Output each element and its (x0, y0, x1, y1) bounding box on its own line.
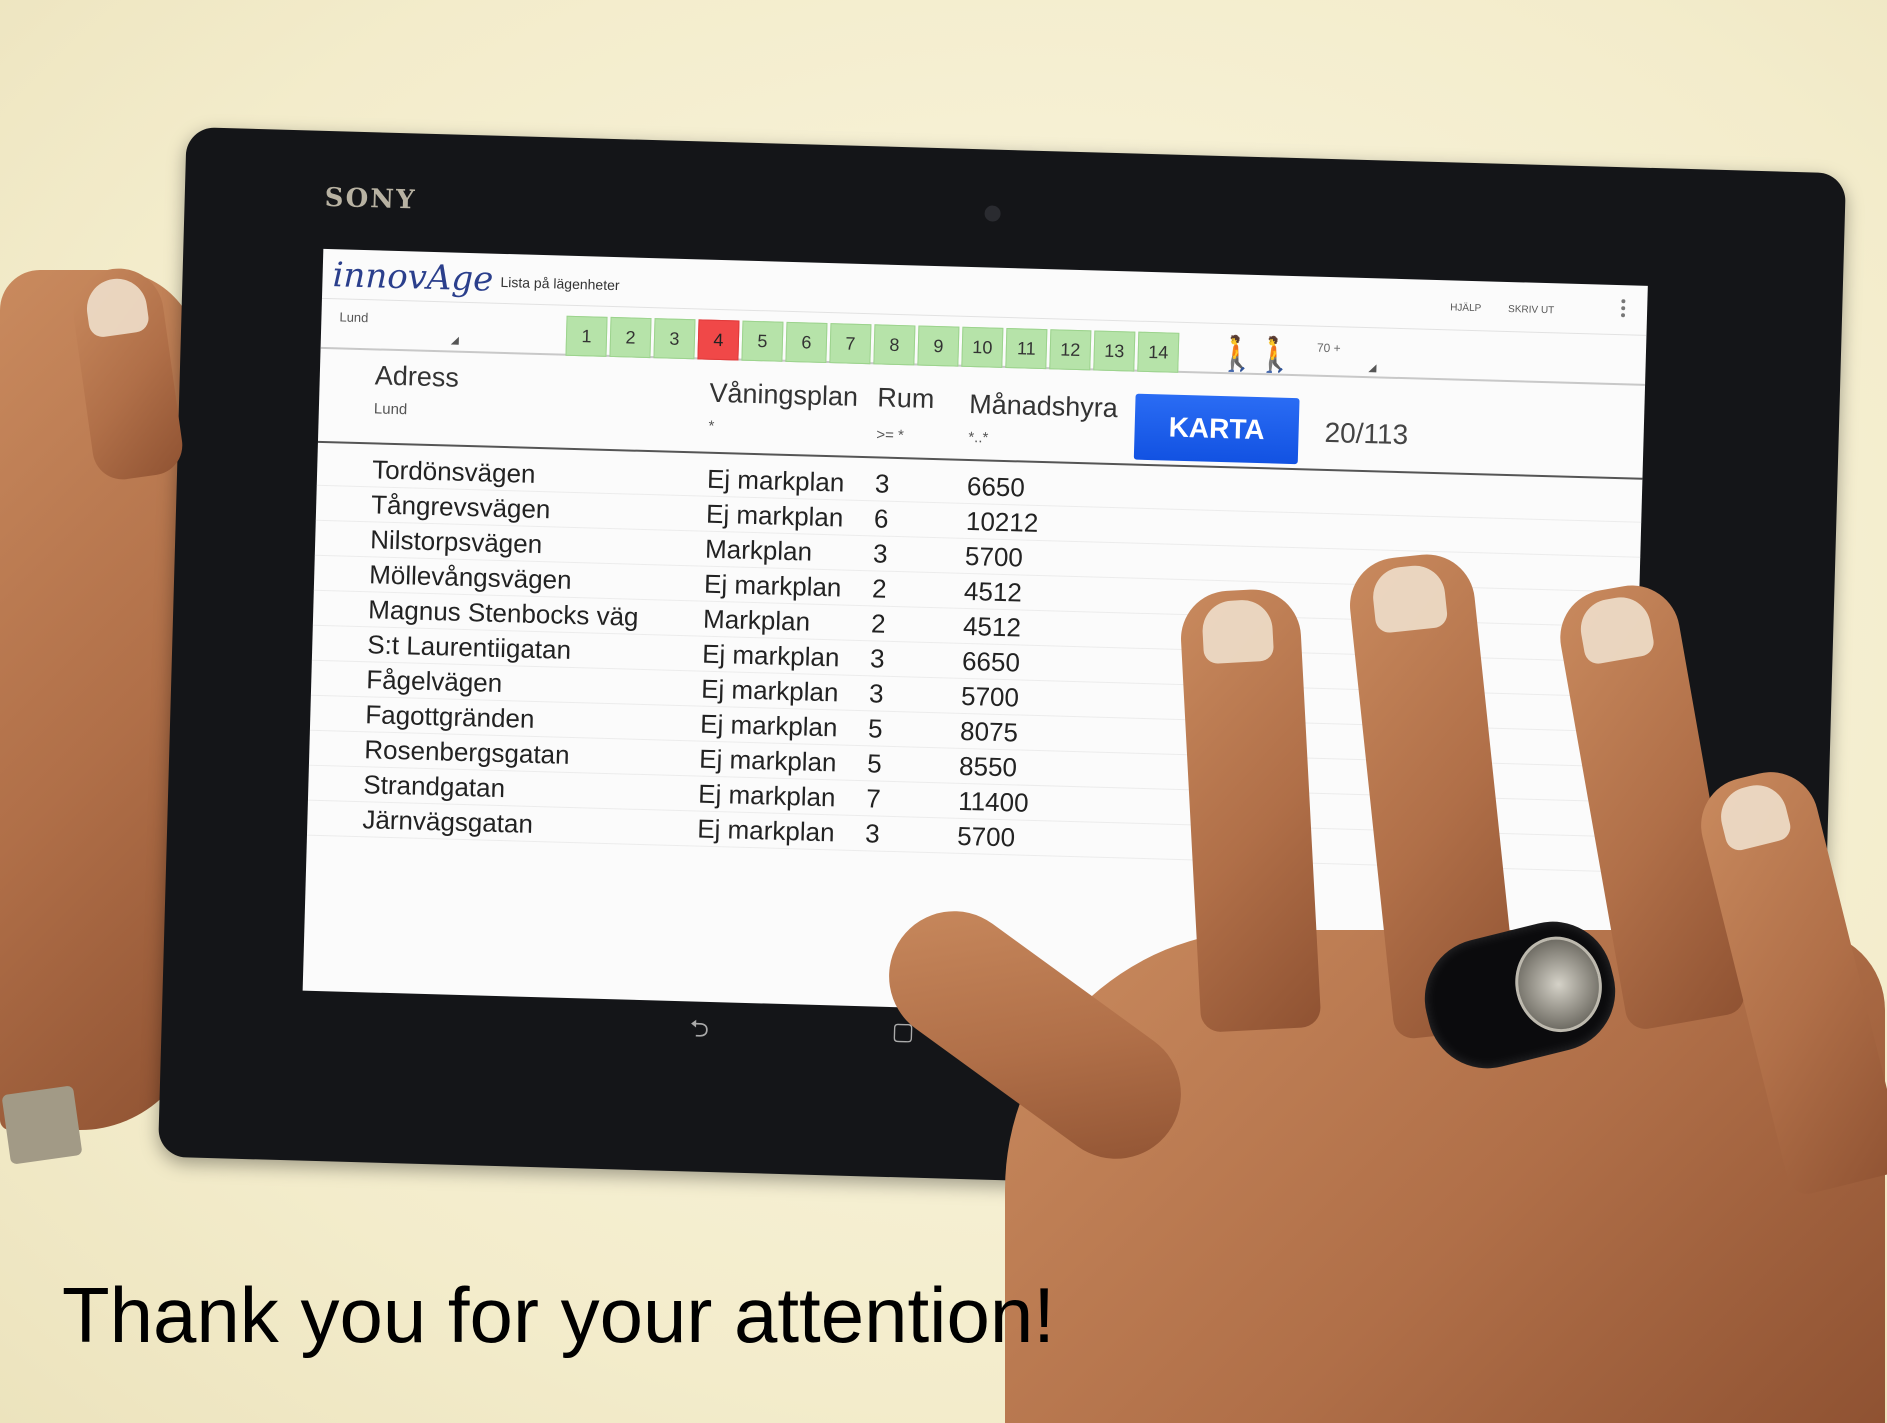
floor-tile-4[interactable]: 4 (697, 319, 740, 361)
cell-rent: 10212 (965, 505, 1039, 538)
cell-rent: 6650 (961, 645, 1021, 678)
help-menu-item[interactable]: HJÄLP (1450, 302, 1481, 314)
floor-tile-10[interactable]: 10 (961, 326, 1004, 368)
map-button[interactable]: KARTA (1133, 393, 1300, 465)
floor-tile-5[interactable]: 5 (741, 320, 784, 362)
cell-floor: Ej markplan (698, 743, 837, 778)
cell-floor: Ej markplan (706, 463, 845, 498)
column-header-rooms[interactable]: Rum (877, 382, 935, 415)
floor-tile-12[interactable]: 12 (1049, 329, 1092, 371)
address-filter-field[interactable]: Lund (374, 400, 408, 418)
age-group-select[interactable]: 70 + (1316, 341, 1377, 373)
cell-rooms: 7 (865, 783, 882, 814)
cell-rent: 5700 (960, 680, 1020, 713)
cell-rooms: 2 (870, 608, 886, 639)
cell-address: Strandgatan (363, 769, 506, 804)
floor-tile-13[interactable]: 13 (1093, 330, 1136, 372)
cell-rooms: 6 (873, 503, 889, 534)
cell-rooms: 3 (872, 538, 888, 569)
cell-rent: 6650 (966, 470, 1026, 503)
cell-rent: 8550 (958, 750, 1018, 783)
column-header-floor[interactable]: Våningsplan (709, 378, 858, 413)
cell-rent: 5700 (956, 820, 1016, 853)
floor-tile-7[interactable]: 7 (829, 323, 872, 365)
cell-rent: 4512 (962, 610, 1022, 643)
cell-floor: Ej markplan (701, 638, 840, 673)
column-header-address[interactable]: Adress (374, 360, 459, 393)
floor-tile-1[interactable]: 1 (565, 315, 608, 357)
cell-address: Fagottgränden (364, 699, 535, 734)
rent-filter-field[interactable]: *..* (968, 429, 988, 447)
back-icon[interactable]: ⮌ (689, 1011, 709, 1053)
cell-rooms: 3 (864, 818, 881, 849)
cell-floor: Ej markplan (705, 498, 844, 533)
floor-tile-9[interactable]: 9 (917, 325, 960, 367)
slide-caption: Thank you for your attention! (62, 1271, 1055, 1359)
cell-address: Järnvägsgatan (362, 804, 534, 839)
cell-floor: Ej markplan (696, 813, 835, 848)
print-menu-item[interactable]: SKRIV UT (1508, 304, 1554, 316)
cell-address: Magnus Stenbocks väg (367, 594, 639, 632)
city-select[interactable]: Lund (339, 309, 460, 345)
age-group-value: 70 + (1316, 340, 1341, 356)
device-brand: SONY (324, 182, 417, 216)
floor-tile-3[interactable]: 3 (653, 318, 696, 360)
column-header-rent[interactable]: Månadshyra (969, 389, 1118, 424)
cell-floor: Ej markplan (703, 568, 842, 603)
cell-address: Möllevångsvägen (368, 559, 572, 595)
cell-floor: Ej markplan (700, 673, 839, 708)
floor-tile-6[interactable]: 6 (785, 321, 828, 363)
cell-address: Tordönsvägen (371, 454, 536, 489)
floor-tile-14[interactable]: 14 (1137, 331, 1180, 373)
rooms-filter-field[interactable]: >= * (876, 426, 904, 444)
app-logo: innovAge (332, 255, 494, 300)
floor-tile-8[interactable]: 8 (873, 324, 916, 366)
cell-floor: Ej markplan (699, 708, 838, 743)
dropdown-arrow-icon (1368, 364, 1377, 373)
page-title: Lista på lägenheter (500, 273, 620, 294)
people-icon[interactable]: 🚶🚶 (1215, 334, 1293, 376)
cell-rent: 8075 (959, 715, 1019, 748)
cell-rooms: 5 (867, 713, 884, 744)
front-camera (984, 205, 1001, 222)
floor-tile-11[interactable]: 11 (1005, 327, 1048, 370)
wristwatch-band (1, 1085, 83, 1165)
cell-rooms: 2 (871, 573, 887, 604)
cell-rent: 4512 (963, 575, 1023, 608)
cell-rent: 11400 (957, 785, 1029, 818)
cell-floor: Markplan (704, 533, 813, 567)
overflow-menu-icon[interactable] (1620, 299, 1628, 321)
cell-address: S:t Laurentiigatan (366, 629, 572, 665)
cell-rooms: 3 (874, 468, 890, 499)
index-finger (1178, 587, 1322, 1033)
cell-rooms: 3 (868, 678, 885, 709)
cell-rent: 5700 (964, 540, 1024, 573)
cell-floor: Markplan (702, 603, 811, 637)
floor-filter-field[interactable]: * (708, 418, 714, 435)
city-select-value: Lund (339, 309, 369, 326)
result-count: 20/113 (1324, 416, 1409, 451)
cell-rooms: 3 (869, 643, 886, 674)
cell-address: Tångrevsvägen (370, 489, 551, 525)
floor-tile-2[interactable]: 2 (609, 316, 652, 359)
cell-rooms: 5 (866, 748, 883, 779)
cell-address: Nilstorpsvägen (369, 524, 543, 560)
dropdown-arrow-icon (450, 336, 459, 345)
cell-address: Fågelvägen (365, 664, 503, 699)
cell-address: Rosenbergsgatan (363, 734, 571, 770)
cell-floor: Ej markplan (697, 778, 836, 813)
